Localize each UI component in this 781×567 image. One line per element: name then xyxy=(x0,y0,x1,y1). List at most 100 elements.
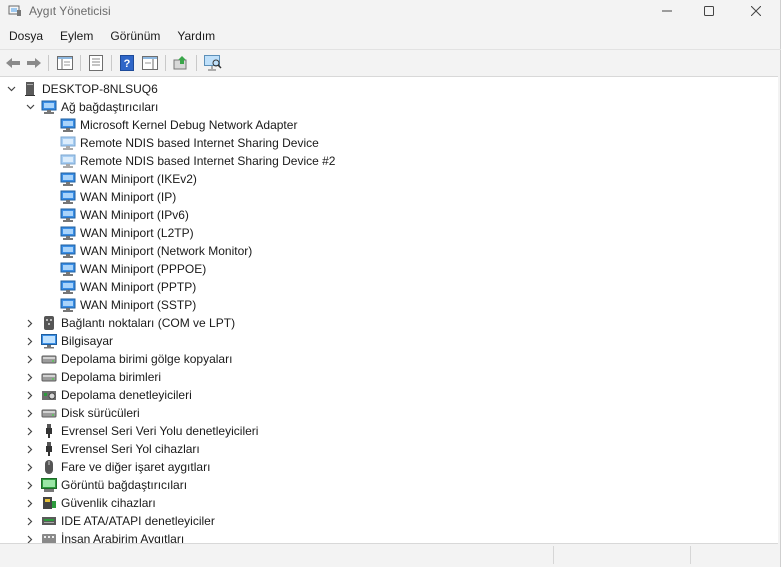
tree-category-item[interactable]: Bağlantı noktaları (COM ve LPT) xyxy=(23,314,235,332)
tree-category-item[interactable]: Disk sürücüleri xyxy=(23,404,140,422)
tree-item-label: Disk sürücüleri xyxy=(61,406,140,420)
tree-item-network-adapter[interactable]: WAN Miniport (L2TP) xyxy=(60,224,194,242)
update-driver-icon xyxy=(173,56,187,70)
scan-hardware-changes-button[interactable] xyxy=(203,53,223,73)
tree-root-label: DESKTOP-8NLSUQ6 xyxy=(42,82,158,96)
tree-category-item[interactable]: Depolama birimi gölge kopyaları xyxy=(23,350,232,368)
chevron-right-icon[interactable] xyxy=(23,314,37,332)
chevron-down-icon[interactable] xyxy=(23,98,37,116)
chevron-right-icon[interactable] xyxy=(23,494,37,512)
scan-hardware-icon xyxy=(204,55,222,71)
tree-category-item[interactable]: Evrensel Seri Yol cihazları xyxy=(23,440,200,458)
toolbar-separator xyxy=(165,55,166,71)
tree-category-item[interactable]: Bilgisayar xyxy=(23,332,113,350)
update-driver-button[interactable] xyxy=(171,53,191,73)
chevron-down-icon[interactable] xyxy=(4,80,18,98)
tree-item-label: Depolama birimleri xyxy=(61,370,162,384)
tree-item-label: Remote NDIS based Internet Sharing Devic… xyxy=(80,154,336,168)
category-label: Ağ bağdaştırıcıları xyxy=(61,100,159,114)
menu-dosya[interactable]: Dosya xyxy=(0,26,51,46)
tree-category-item[interactable]: Evrensel Seri Veri Yolu denetleyicileri xyxy=(23,422,258,440)
chevron-right-icon[interactable] xyxy=(23,440,37,458)
close-button[interactable] xyxy=(733,0,779,22)
network-adapter-icon xyxy=(60,261,76,277)
chevron-right-icon[interactable] xyxy=(23,404,37,422)
tree-item-network-adapter[interactable]: WAN Miniport (IKEv2) xyxy=(60,170,197,188)
tree-item-network-adapter[interactable]: WAN Miniport (SSTP) xyxy=(60,296,196,314)
tree-category-item[interactable]: Fare ve diğer işaret aygıtları xyxy=(23,458,210,476)
tree-item-label: Microsoft Kernel Debug Network Adapter xyxy=(80,118,298,132)
toolbar-separator xyxy=(48,55,49,71)
tree-item-label: WAN Miniport (SSTP) xyxy=(80,298,197,312)
tree-item-network-adapter[interactable]: WAN Miniport (PPPOE) xyxy=(60,260,206,278)
tree-category-item[interactable]: Güvenlik cihazları xyxy=(23,494,156,512)
tree-category-item[interactable]: Depolama denetleyicileri xyxy=(23,386,192,404)
hid-icon xyxy=(41,531,57,543)
menu-bar: Dosya Eylem Görünüm Yardım xyxy=(0,26,223,46)
tree-item-network-adapter[interactable]: Remote NDIS based Internet Sharing Devic… xyxy=(60,152,335,170)
tree-category-item[interactable]: İnsan Arabirim Aygıtları xyxy=(23,530,184,543)
chevron-right-icon[interactable] xyxy=(23,368,37,386)
chevron-right-icon[interactable] xyxy=(23,512,37,530)
storage-controller-icon xyxy=(41,387,57,403)
title-bar[interactable]: Aygıt Yöneticisi xyxy=(0,0,781,24)
tree-item-network-adapter[interactable]: WAN Miniport (IPv6) xyxy=(60,206,189,224)
network-adapter-icon xyxy=(60,207,76,223)
chevron-right-icon[interactable] xyxy=(23,332,37,350)
chevron-right-icon[interactable] xyxy=(23,386,37,404)
svg-text:?: ? xyxy=(124,58,131,70)
tree-item-label: IDE ATA/ATAPI denetleyiciler xyxy=(61,514,215,528)
tree-item-label: Görüntü bağdaştırıcıları xyxy=(61,478,188,492)
tree-item-label: WAN Miniport (Network Monitor) xyxy=(80,244,253,258)
tree-item-network-adapter[interactable]: Remote NDIS based Internet Sharing Devic… xyxy=(60,134,319,152)
tree-category-item[interactable]: Depolama birimleri xyxy=(23,368,161,386)
help-icon: ? xyxy=(120,55,134,71)
show-hide-console-tree-button[interactable] xyxy=(55,53,75,73)
forward-arrow-icon xyxy=(27,58,41,68)
status-bar xyxy=(0,543,778,567)
properties-icon xyxy=(89,55,103,71)
chevron-right-icon[interactable] xyxy=(23,530,37,543)
network-adapter-icon xyxy=(60,189,76,205)
tree-item-label: WAN Miniport (IPv6) xyxy=(80,208,189,222)
computer-icon xyxy=(41,333,57,349)
help-button[interactable]: ? xyxy=(117,53,137,73)
tree-item-network-adapter[interactable]: WAN Miniport (PPTP) xyxy=(60,278,196,296)
properties-button[interactable] xyxy=(86,53,106,73)
security-device-icon xyxy=(41,495,57,511)
chevron-right-icon[interactable] xyxy=(23,476,37,494)
maximize-button[interactable] xyxy=(686,0,732,22)
chevron-right-icon[interactable] xyxy=(23,422,37,440)
tree-root-item[interactable]: DESKTOP-8NLSUQ6 xyxy=(4,80,158,98)
show-hide-action-pane-button[interactable] xyxy=(140,53,160,73)
menu-eylem[interactable]: Eylem xyxy=(51,26,101,46)
toolbar-separator xyxy=(111,55,112,71)
network-adapter-icon xyxy=(60,171,76,187)
console-tree-icon xyxy=(57,56,73,70)
tree-item-network-adapter[interactable]: WAN Miniport (Network Monitor) xyxy=(60,242,252,260)
network-adapter-icon xyxy=(60,135,76,151)
tree-category-item[interactable]: Görüntü bağdaştırıcıları xyxy=(23,476,187,494)
menu-gorunum[interactable]: Görünüm xyxy=(101,26,168,46)
tree-item-label: WAN Miniport (L2TP) xyxy=(80,226,194,240)
menu-yardim[interactable]: Yardım xyxy=(168,26,223,46)
computer-icon xyxy=(22,81,38,97)
tree-category-network-adapters[interactable]: Ağ bağdaştırıcıları xyxy=(23,98,158,116)
tree-category-item[interactable]: IDE ATA/ATAPI denetleyiciler xyxy=(23,512,215,530)
tree-item-label: WAN Miniport (IKEv2) xyxy=(80,172,197,186)
tree-item-label: Evrensel Seri Veri Yolu denetleyicileri xyxy=(61,424,259,438)
chevron-right-icon[interactable] xyxy=(23,458,37,476)
network-adapter-icon xyxy=(60,153,76,169)
mouse-icon xyxy=(41,459,57,475)
device-tree[interactable]: DESKTOP-8NLSUQ6 Ağ bağdaştırıcıları Micr… xyxy=(0,76,778,543)
minimize-button[interactable] xyxy=(644,0,690,22)
tree-item-label: Bilgisayar xyxy=(61,334,114,348)
tree-item-network-adapter[interactable]: WAN Miniport (IP) xyxy=(60,188,176,206)
tree-item-network-adapter[interactable]: Microsoft Kernel Debug Network Adapter xyxy=(60,116,297,134)
network-adapter-icon xyxy=(60,243,76,259)
status-bar-divider xyxy=(690,546,691,564)
chevron-right-icon[interactable] xyxy=(23,350,37,368)
forward-button[interactable] xyxy=(24,53,44,73)
tree-item-label: WAN Miniport (PPTP) xyxy=(80,280,197,294)
back-button[interactable] xyxy=(3,53,23,73)
